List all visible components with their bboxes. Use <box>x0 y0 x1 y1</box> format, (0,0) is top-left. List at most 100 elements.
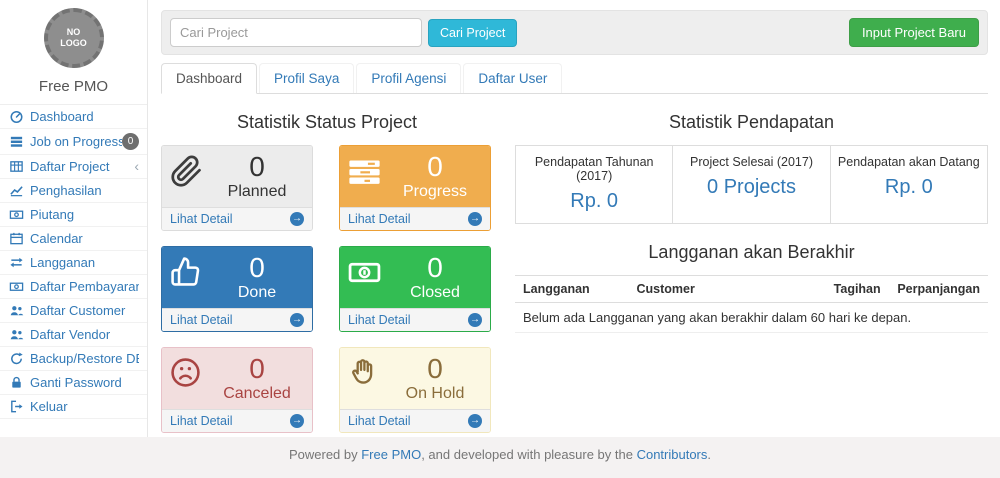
contributors-link[interactable]: Contributors <box>637 447 708 462</box>
column-header-customer: Customer <box>629 276 809 303</box>
subscription-section-title: Langganan akan Berakhir <box>515 242 988 263</box>
closed-label: Closed <box>388 283 482 302</box>
arrow-circle-right-icon <box>290 414 304 428</box>
sidebar-item-label: Dashboard <box>30 109 139 124</box>
table-row: Belum ada Langganan yang akan berakhir d… <box>515 303 988 333</box>
search-input[interactable] <box>170 18 422 47</box>
frown-icon <box>170 354 210 405</box>
planned-label: Planned <box>210 182 304 201</box>
status-card-canceled: 0 Canceled Lihat Detail <box>161 347 313 433</box>
search-bar: Cari Project Input Project Baru <box>161 10 988 55</box>
subscription-table: Langganan Customer Tagihan Perpanjangan … <box>515 275 988 333</box>
sidebar-item-label: Piutang <box>30 207 139 222</box>
detail-link-label: Lihat Detail <box>348 313 411 327</box>
empty-subscription-message: Belum ada Langganan yang akan berakhir d… <box>515 303 988 333</box>
onhold-count: 0 <box>388 354 482 384</box>
footer-text-suffix: . <box>707 447 711 462</box>
search-button[interactable]: Cari Project <box>428 19 517 47</box>
income-section: Statistik Pendapatan Pendapatan Tahunan … <box>493 100 988 433</box>
no-logo-badge: NO LOGO <box>44 8 104 68</box>
sidebar-item-piutang[interactable]: Piutang <box>0 203 147 227</box>
onhold-detail-link[interactable]: Lihat Detail <box>340 409 490 432</box>
progress-count: 0 <box>388 152 482 182</box>
closed-detail-link[interactable]: Lihat Detail <box>340 308 490 331</box>
money-icon <box>9 208 25 222</box>
sidebar-item-label: Keluar <box>30 399 139 414</box>
hand-icon <box>348 354 388 405</box>
canceled-detail-link[interactable]: Lihat Detail <box>162 409 312 432</box>
income-section-title: Statistik Pendapatan <box>515 112 988 133</box>
tab-daftar-user[interactable]: Daftar User <box>463 63 562 93</box>
status-card-progress: 0 Progress Lihat Detail <box>339 145 491 231</box>
column-header-tagihan: Tagihan <box>808 276 888 303</box>
status-card-planned: 0 Planned Lihat Detail <box>161 145 313 231</box>
arrow-circle-right-icon <box>290 313 304 327</box>
sidebar-item-label: Penghasilan <box>30 183 139 198</box>
arrow-circle-right-icon <box>468 414 482 428</box>
sidebar-item-ganti-password[interactable]: Ganti Password <box>0 371 147 395</box>
progress-label: Progress <box>388 182 482 201</box>
sidebar-item-label: Calendar <box>30 231 139 246</box>
sidebar-item-label: Daftar Vendor <box>30 327 139 342</box>
calendar-icon <box>9 232 25 246</box>
users-icon <box>9 304 25 318</box>
column-header-langganan: Langganan <box>515 276 629 303</box>
status-section-title: Statistik Status Project <box>161 112 493 133</box>
sidebar-item-job-on-progress[interactable]: Job on Progress 0 <box>0 129 147 155</box>
canceled-label: Canceled <box>210 384 304 403</box>
canceled-count: 0 <box>210 354 304 384</box>
sidebar-item-langganan[interactable]: Langganan <box>0 251 147 275</box>
tasks-icon <box>348 152 388 203</box>
status-card-done: 0 Done Lihat Detail <box>161 246 313 332</box>
sidebar-item-label: Daftar Customer <box>30 303 139 318</box>
stat-value: Rp. 0 <box>522 190 666 213</box>
sidebar-item-dashboard[interactable]: Dashboard <box>0 105 147 129</box>
logo-container: NO LOGO <box>0 0 147 68</box>
sidebar-item-calendar[interactable]: Calendar <box>0 227 147 251</box>
paperclip-icon <box>170 152 210 203</box>
sidebar-item-penghasilan[interactable]: Penghasilan <box>0 179 147 203</box>
dashboard-icon <box>9 110 25 124</box>
tab-bar: Dashboard Profil Saya Profil Agensi Daft… <box>161 63 988 94</box>
sign-out-icon <box>9 400 25 414</box>
arrow-circle-right-icon <box>468 212 482 226</box>
angle-left-icon <box>134 159 139 174</box>
stat-label: Pendapatan akan Datang <box>837 155 981 169</box>
sidebar-item-keluar[interactable]: Keluar <box>0 395 147 419</box>
sidebar-item-daftar-pembayaran[interactable]: Daftar Pembayaran <box>0 275 147 299</box>
status-card-closed: 0 Closed Lihat Detail <box>339 246 491 332</box>
sidebar-item-label: Job on Progress <box>30 134 122 149</box>
sidebar-item-daftar-project[interactable]: Daftar Project <box>0 155 147 179</box>
users-icon <box>9 328 25 342</box>
column-header-perpanjangan: Perpanjangan <box>889 276 988 303</box>
tab-profil-agensi[interactable]: Profil Agensi <box>356 63 461 93</box>
done-count: 0 <box>210 253 304 283</box>
sidebar-item-label: Daftar Pembayaran <box>30 279 139 294</box>
exchange-icon <box>9 256 25 270</box>
stat-pendapatan-tahunan: Pendapatan Tahunan (2017) Rp. 0 <box>516 146 673 223</box>
done-label: Done <box>210 283 304 302</box>
closed-count: 0 <box>388 253 482 283</box>
status-card-on-hold: 0 On Hold Lihat Detail <box>339 347 491 433</box>
progress-detail-link[interactable]: Lihat Detail <box>340 207 490 230</box>
sidebar-item-label: Ganti Password <box>30 375 139 390</box>
stat-pendapatan-akan-datang: Pendapatan akan Datang Rp. 0 <box>831 146 987 223</box>
done-detail-link[interactable]: Lihat Detail <box>162 308 312 331</box>
refresh-icon <box>9 352 25 366</box>
sidebar-item-daftar-vendor[interactable]: Daftar Vendor <box>0 323 147 347</box>
sidebar-item-daftar-customer[interactable]: Daftar Customer <box>0 299 147 323</box>
thumbs-up-icon <box>170 253 210 304</box>
sidebar-item-backup-restore[interactable]: Backup/Restore DB <box>0 347 147 371</box>
tab-profil-saya[interactable]: Profil Saya <box>259 63 354 93</box>
table-icon <box>9 160 25 174</box>
free-pmo-dashboard-page: NO LOGO Free PMO Dashboard Job on Progre… <box>0 0 1000 478</box>
stat-project-selesai: Project Selesai (2017) 0 Projects <box>673 146 830 223</box>
new-project-button[interactable]: Input Project Baru <box>849 18 979 47</box>
tab-dashboard[interactable]: Dashboard <box>161 63 257 94</box>
job-count-badge: 0 <box>122 133 139 150</box>
planned-detail-link[interactable]: Lihat Detail <box>162 207 312 230</box>
free-pmo-link[interactable]: Free PMO <box>361 447 421 462</box>
sidebar-item-label: Daftar Project <box>30 159 134 174</box>
brand-name: Free PMO <box>0 78 147 95</box>
stat-value: 0 Projects <box>679 176 823 199</box>
